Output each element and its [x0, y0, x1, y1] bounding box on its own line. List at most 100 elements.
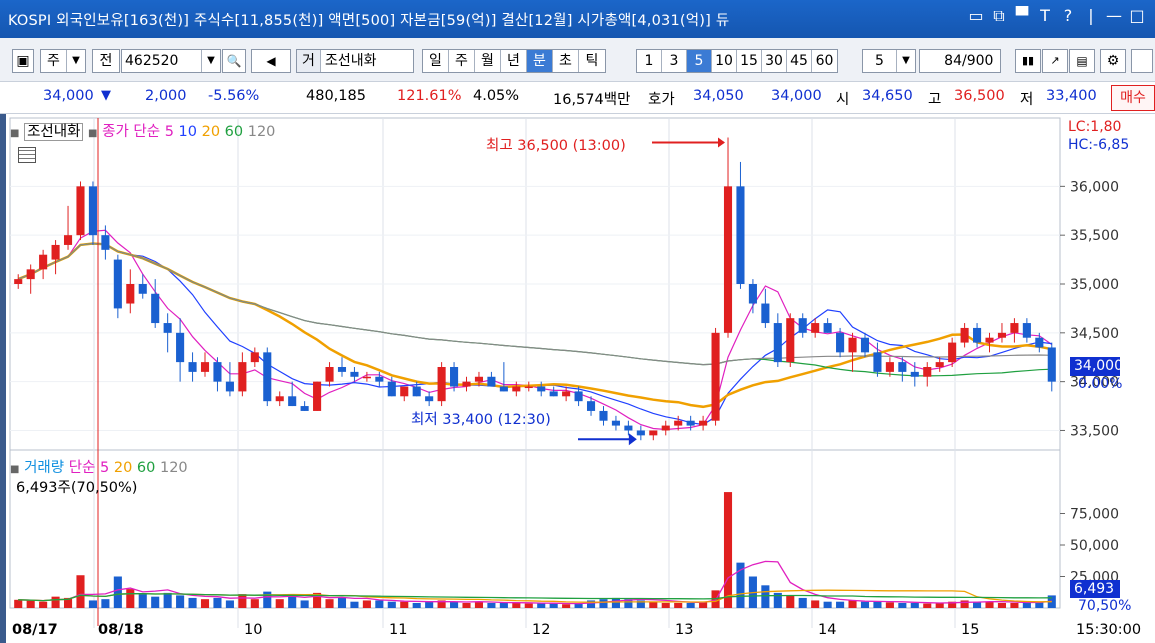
candle-body — [649, 430, 658, 436]
legend-vma-5: 5 — [100, 460, 110, 476]
down-arrow-icon: ▼ — [101, 88, 111, 103]
volume-bar — [836, 601, 845, 608]
tab-interval-3[interactable]: 10 — [712, 50, 737, 72]
code-select[interactable]: 462520 ▼ — [121, 49, 221, 73]
minimize-icon[interactable]: — — [1104, 6, 1124, 26]
volume-bar — [51, 596, 60, 608]
volume-bar — [213, 597, 222, 608]
candle-body — [699, 420, 708, 426]
volume-tick-label-1: 50,000 — [1070, 538, 1119, 554]
volume-bar — [1010, 602, 1019, 608]
candle-body — [960, 327, 969, 343]
checkbox[interactable] — [1131, 49, 1153, 73]
search-icon[interactable]: 🔍 — [222, 49, 246, 73]
layout-icon[interactable]: ▭ — [966, 6, 986, 26]
tab-period-5[interactable]: 초 — [553, 50, 579, 72]
maximize-icon[interactable]: □ — [1127, 6, 1147, 26]
ask-price: 34,000 — [771, 88, 822, 104]
current-price: 34,000 — [43, 88, 94, 104]
code-input[interactable]: 462520 — [122, 50, 202, 72]
bid-label: 호가 — [648, 92, 675, 108]
candle-body — [188, 362, 197, 372]
x-label-14: 14 — [818, 622, 837, 638]
tab-interval-2[interactable]: 5 — [687, 50, 712, 72]
volume-bar — [250, 599, 259, 608]
candle-body — [997, 332, 1007, 338]
tab-period-1[interactable]: 주 — [449, 50, 475, 72]
x-label-15: 15 — [961, 622, 980, 638]
candle-body — [213, 362, 222, 382]
legend-volume-name: 거래량 — [24, 460, 65, 476]
candle-body — [848, 337, 857, 353]
tab-interval-6[interactable]: 45 — [787, 50, 812, 72]
volume-bar — [188, 597, 197, 608]
tab-interval-5[interactable]: 30 — [762, 50, 787, 72]
volume-bar — [325, 599, 334, 608]
candle-body — [923, 367, 932, 377]
help-icon[interactable]: ? — [1058, 6, 1078, 26]
tab-period-4[interactable]: 분 — [527, 50, 553, 72]
volume-bar — [674, 602, 683, 608]
close-icon[interactable]: × — [1150, 6, 1155, 26]
tab-interval-7[interactable]: 60 — [812, 50, 837, 72]
volume-bar — [923, 603, 932, 608]
save-icon[interactable]: ▤ — [1069, 49, 1095, 73]
high-label: 고 — [928, 92, 942, 108]
price-chart-svg[interactable]: 33,50034,00034,50035,00035,50036,00025,0… — [6, 114, 1155, 643]
candle-body — [337, 367, 347, 372]
ma-line-5 — [17, 229, 1053, 431]
tab-period-3[interactable]: 년 — [501, 50, 527, 72]
jeon-button[interactable]: 전 — [92, 49, 120, 73]
tab-interval-1[interactable]: 3 — [662, 50, 687, 72]
chevron-down-icon[interactable]: ▼ — [67, 50, 85, 72]
candle-body — [1047, 347, 1056, 382]
stock-name[interactable]: 조선내화 — [321, 50, 413, 72]
stock-name-box[interactable]: 거 조선내화 — [296, 49, 414, 73]
sound-icon[interactable]: ◀ — [251, 49, 291, 73]
candle-body — [823, 323, 832, 333]
candle-body — [238, 362, 247, 392]
bid-price: 34,050 — [693, 88, 744, 104]
x-label-11: 11 — [389, 622, 408, 638]
volume-bar — [375, 600, 384, 608]
candle-body — [748, 284, 757, 304]
candle-body — [487, 376, 496, 387]
pin-icon[interactable]: ▀ — [1012, 6, 1032, 26]
candle-body — [661, 425, 670, 431]
volume-bar — [512, 602, 521, 608]
title-bar: KOSPI 외국인보유[163(천)] 주식수[11,855(천)] 액면[50… — [0, 0, 1155, 38]
copy-window-icon[interactable]: ⧉ — [989, 6, 1009, 26]
panel-icon[interactable]: ▣ — [12, 49, 34, 73]
chevron-down-icon[interactable]: ▼ — [897, 50, 915, 72]
candle-body — [674, 420, 683, 426]
tab-period-0[interactable]: 일 — [423, 50, 449, 72]
turnover: 4.05% — [473, 88, 520, 104]
buy-button[interactable]: 매수 — [1111, 85, 1155, 111]
volume-current-box: 6,493 — [1070, 580, 1120, 598]
count-box[interactable]: 84 /900 — [919, 49, 1001, 73]
low-label: 저 — [1020, 92, 1034, 108]
volume-bar — [798, 597, 807, 608]
tab-period-6[interactable]: 틱 — [579, 50, 605, 72]
candle-body — [773, 323, 782, 363]
tab-interval-0[interactable]: 1 — [637, 50, 662, 72]
tab-interval-4[interactable]: 15 — [737, 50, 762, 72]
volume-bar — [574, 603, 583, 608]
table-icon[interactable] — [18, 147, 36, 163]
line-tool-icon[interactable]: ↗ — [1042, 49, 1068, 73]
type-select[interactable]: 주 ▼ — [40, 49, 86, 73]
interval-select[interactable]: 5 ▼ — [862, 49, 916, 73]
chevron-down-icon[interactable]: ▼ — [202, 50, 220, 72]
x-label-0817: 08/17 — [12, 622, 58, 638]
count-input[interactable]: 84 — [920, 50, 962, 72]
legend-vma-20: 20 — [113, 460, 133, 476]
volume-bar — [113, 576, 122, 608]
volume-bar — [238, 594, 247, 608]
volume-bar — [935, 602, 944, 608]
candle-body — [300, 406, 309, 411]
volume-bar — [761, 585, 770, 608]
candle-icon[interactable]: ▮▮ — [1015, 49, 1041, 73]
font-icon[interactable]: T — [1035, 6, 1055, 26]
gear-icon[interactable]: ⚙ — [1100, 49, 1126, 73]
tab-period-2[interactable]: 월 — [475, 50, 501, 72]
